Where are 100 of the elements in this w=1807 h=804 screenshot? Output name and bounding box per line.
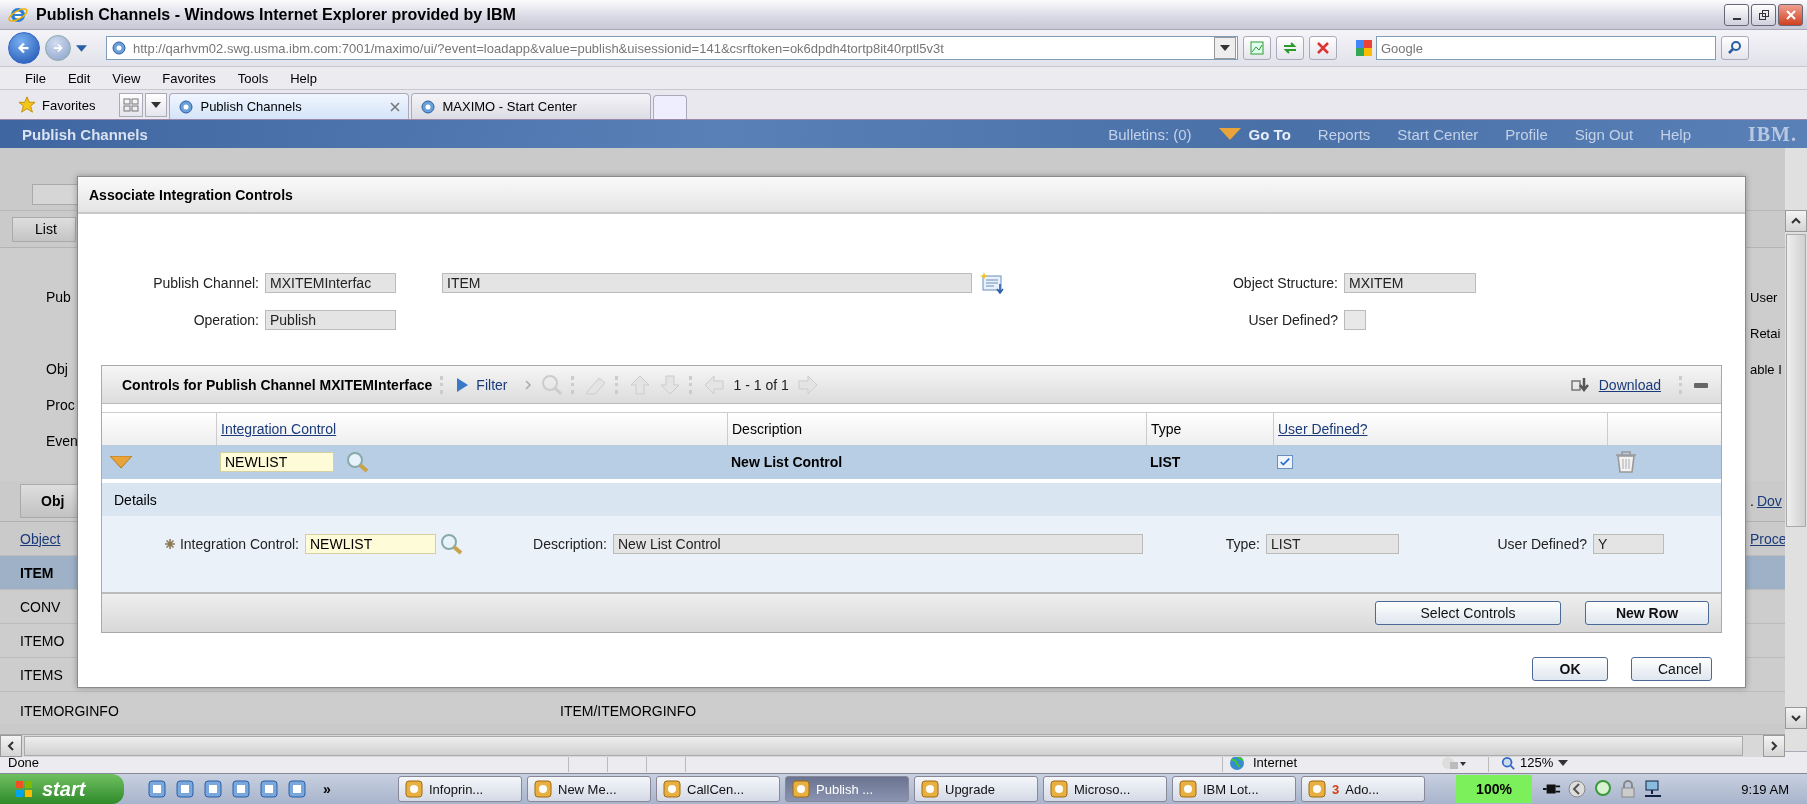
taskbar-button[interactable]: Infoprin...	[398, 776, 522, 802]
address-field[interactable]: http://qarhvm02.swg.usma.ibm.com:7001/maximo/ui/?event=loadapp&value=publish&uisessionid=141&csrftoken=ok6dpdh4tortp8it40rptl5v3t	[106, 36, 1238, 60]
checkbox[interactable]	[1344, 310, 1366, 330]
menu-item[interactable]: View	[101, 70, 152, 86]
row-toggle-icon[interactable]	[110, 456, 132, 468]
scroll-up-button[interactable]	[1785, 210, 1807, 232]
publish-channel-field[interactable]: MXITEMInterfac	[265, 273, 396, 293]
logo: IBM.	[1748, 122, 1797, 146]
picture-icon	[1249, 40, 1265, 56]
checkbox[interactable]	[1277, 455, 1293, 469]
address-dropdown-button[interactable]	[1214, 37, 1236, 59]
restore-icon	[1757, 8, 1770, 21]
taskbar-button[interactable]: IBM Lot...	[1172, 776, 1296, 802]
table-title: Controls for Publish Channel MXITEMInterface	[122, 376, 433, 393]
menu-item[interactable]: Edit	[56, 70, 102, 86]
refresh-button[interactable]	[1276, 36, 1304, 60]
field-label: Operation:	[192, 312, 260, 328]
favorites-button[interactable]: Favorites	[14, 91, 100, 119]
menu-item[interactable]: Favorites	[151, 70, 227, 86]
taskbar-button[interactable]: Upgrade	[914, 776, 1038, 802]
scroll-right-button[interactable]	[1763, 735, 1785, 757]
zoom-icon	[1501, 755, 1515, 770]
required-icon	[164, 539, 175, 549]
compatibility-button[interactable]	[1243, 36, 1271, 60]
detail-field[interactable]: NEWLIST	[305, 534, 436, 554]
description-field[interactable]: ITEM	[442, 273, 972, 293]
field-label: able I	[1750, 361, 1782, 377]
menu-item[interactable]: Tools	[226, 70, 280, 86]
detail-field[interactable]: LIST	[1266, 534, 1399, 554]
caret-icon	[1220, 43, 1230, 53]
close-button[interactable]	[1778, 3, 1803, 26]
search-field[interactable]: Google	[1376, 36, 1716, 60]
taskbar-button[interactable]: Publish ...	[785, 776, 909, 802]
trash-icon[interactable]	[1613, 450, 1639, 474]
browser-tab[interactable]: Publish Channels	[169, 93, 410, 119]
download-link[interactable]: Download	[1598, 376, 1661, 393]
taskbar-button[interactable]: 3 Ado...	[1301, 776, 1425, 802]
column-header[interactable]: Object	[20, 530, 61, 547]
operation-field[interactable]: Publish	[265, 310, 396, 330]
network-icon[interactable]	[1643, 779, 1663, 799]
table-cell: ITEMS	[20, 666, 63, 683]
quick-launch-icon[interactable]	[203, 779, 223, 799]
detail-field[interactable]: Y	[1593, 534, 1664, 554]
search-button[interactable]	[1721, 36, 1749, 60]
close-tab-icon[interactable]	[390, 101, 401, 112]
dialog-button[interactable]: Cancel	[1631, 657, 1712, 681]
tab-list-button[interactable]	[145, 93, 168, 117]
back-button[interactable]	[8, 32, 40, 64]
chat-icon[interactable]	[1593, 779, 1613, 799]
taskbar-button[interactable]: New Me...	[527, 776, 651, 802]
browser-tab[interactable]: MAXIMO - Start Center	[411, 93, 652, 119]
security-zone-text: Internet	[1253, 755, 1298, 770]
dialog-button[interactable]: New Row	[1585, 601, 1709, 625]
overflow-button[interactable]: »	[323, 781, 331, 797]
column-header[interactable]: Integration Control	[221, 421, 337, 437]
stop-icon	[1315, 40, 1331, 56]
taskbar-button[interactable]: Microso...	[1043, 776, 1167, 802]
menu-item[interactable]: File	[14, 70, 57, 86]
list-tab[interactable]: List	[12, 216, 76, 242]
stop-button[interactable]	[1309, 36, 1337, 60]
section-tab[interactable]: Obj	[20, 484, 80, 518]
dropdown-caret-icon[interactable]	[76, 44, 87, 52]
filter-button[interactable]: Filter	[454, 376, 508, 393]
object-structure-field[interactable]: MXITEM	[1344, 273, 1476, 293]
scroll-down-button[interactable]	[1785, 707, 1807, 729]
column-header[interactable]: Proce	[1750, 530, 1785, 547]
long-description-icon[interactable]	[980, 272, 1006, 294]
close-icon	[1784, 8, 1797, 21]
goto-menu[interactable]: Go To	[1218, 125, 1291, 143]
restore-button[interactable]	[1751, 3, 1776, 26]
windows-logo-icon	[14, 779, 34, 799]
dialog-button[interactable]: OK	[1532, 657, 1608, 681]
field-label: Pub	[46, 289, 71, 305]
quick-launch-icon[interactable]	[147, 779, 167, 799]
dialog-button[interactable]: Select Controls	[1375, 601, 1561, 625]
download-link[interactable]: Dov	[1756, 493, 1782, 509]
detail-field[interactable]: New List Control	[613, 534, 1143, 554]
vertical-scrollbar[interactable]	[1785, 148, 1807, 751]
taskbar-button[interactable]: CallCen...	[656, 776, 780, 802]
quick-launch-icon[interactable]	[287, 779, 307, 799]
app-icon	[792, 780, 810, 798]
grid-icon	[123, 97, 140, 113]
app-icon	[663, 780, 681, 798]
battery-text: 100%	[1456, 775, 1532, 803]
scroll-left-button[interactable]	[0, 735, 22, 757]
integration-control-field[interactable]: NEWLIST	[220, 452, 334, 472]
app-icon	[405, 780, 423, 798]
zoom-button[interactable]: 125%	[1488, 753, 1569, 772]
table-row[interactable]: NEWLIST New List Control LIST	[102, 445, 1721, 479]
quick-launch-icon[interactable]	[231, 779, 251, 799]
menu-item[interactable]: Help	[279, 70, 328, 86]
refresh-icon	[1282, 40, 1298, 56]
column-header[interactable]: User Defined?	[1278, 421, 1368, 437]
table-cell: ITEM/ITEMORGINFO	[560, 703, 697, 719]
page-icon	[111, 40, 127, 56]
horizontal-scrollbar[interactable]	[0, 734, 1785, 757]
quick-launch-icon[interactable]	[259, 779, 279, 799]
quick-launch-icon[interactable]	[175, 779, 195, 799]
minimize-button[interactable]	[1724, 3, 1749, 26]
pagination-text: 1 - 1 of 1	[733, 376, 789, 393]
